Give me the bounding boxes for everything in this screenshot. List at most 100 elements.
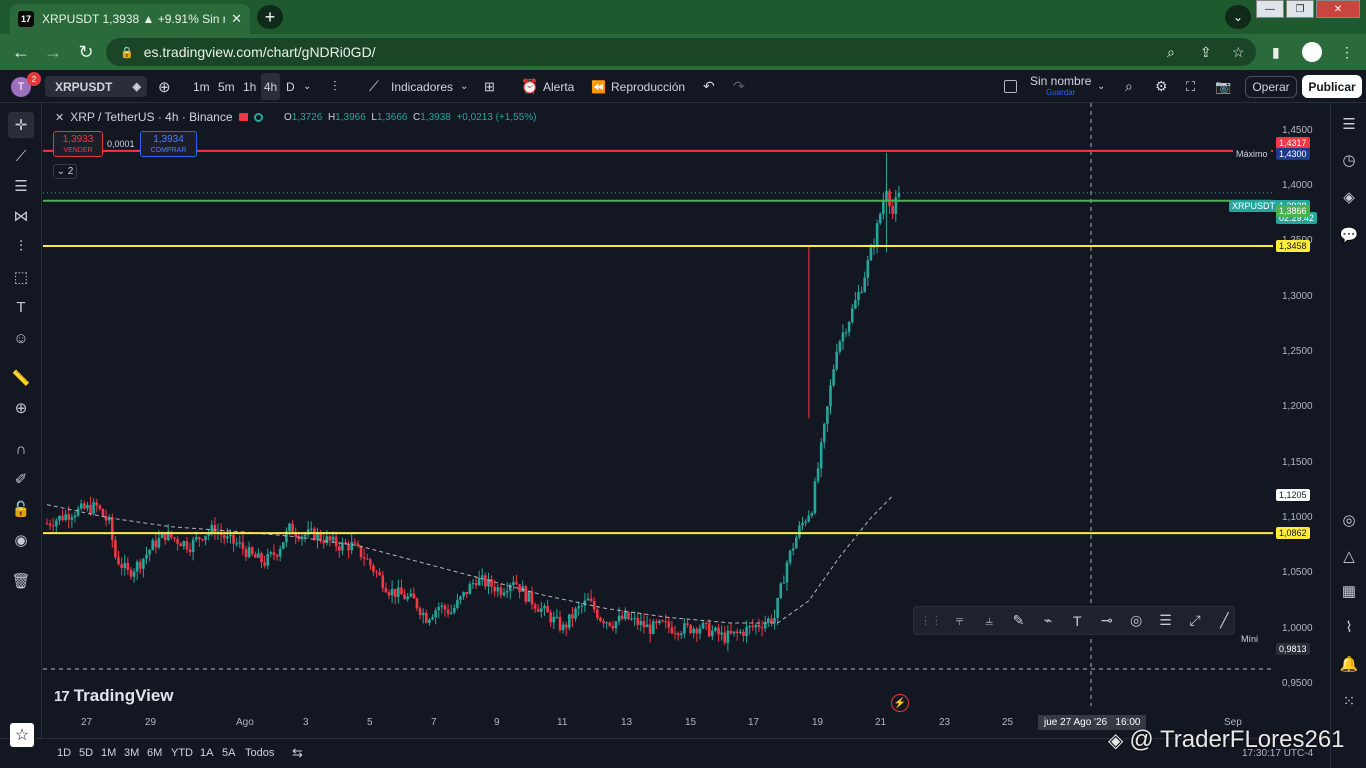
bell-icon[interactable]: 🔔 <box>1337 652 1361 676</box>
range-1a[interactable]: 1A <box>200 747 213 759</box>
candle-type-icon[interactable]: ⫶ <box>333 70 337 103</box>
camera-icon[interactable]: 📷 <box>1215 70 1231 103</box>
search-icon[interactable]: ⌕ <box>1167 44 1175 61</box>
parallel-channel-icon[interactable]: ⫨ <box>979 612 998 629</box>
watchlist-icon[interactable]: ☰ <box>1337 112 1361 136</box>
range-todos[interactable]: Todos <box>245 747 274 759</box>
new-tab-button[interactable]: + <box>257 5 283 29</box>
horizontal-ray-icon[interactable]: ⊸ <box>1097 612 1116 629</box>
forecast-icon[interactable]: ⫶ <box>8 233 34 259</box>
range-1m[interactable]: 1M <box>101 747 116 759</box>
fib-icon[interactable]: ☰ <box>8 173 34 199</box>
tradingview-favicon-icon: 17 <box>18 11 34 27</box>
text-icon[interactable]: T <box>8 294 34 320</box>
settings-icon[interactable]: ⚙ <box>1155 70 1168 103</box>
line-icon[interactable]: ╱ <box>1215 612 1234 629</box>
close-window-button[interactable]: ✕ <box>1316 0 1360 18</box>
chart-pane[interactable]: ✕ XRP / TetherUS · 4h · Binance O1,3726 … <box>43 103 1330 738</box>
target-icon[interactable]: ◎ <box>1337 508 1361 532</box>
sidebar-icon[interactable]: ▮ <box>1272 44 1280 61</box>
lock-icon[interactable]: 🔓 <box>8 496 34 522</box>
circle-icon[interactable]: ◎ <box>1126 612 1145 629</box>
broadcast-icon[interactable]: ⌇ <box>1337 615 1361 639</box>
range-ytd[interactable]: YTD <box>171 747 193 759</box>
browser-tab[interactable]: 17 XRPUSDT 1,3938 ▲ +9.91% Sin n ✕ <box>10 4 250 34</box>
trash-icon[interactable]: 🗑 <box>8 568 34 594</box>
range-3m[interactable]: 3M <box>124 747 139 759</box>
layout-name-button[interactable]: Sin nombre Guardar <box>1030 70 1091 103</box>
lines-icon[interactable]: ☰ <box>1156 612 1175 629</box>
close-tab-icon[interactable]: ✕ <box>231 11 242 27</box>
candlestick-chart[interactable] <box>43 103 1330 738</box>
layers-icon[interactable]: ◈ <box>1337 185 1361 209</box>
maximize-button[interactable]: ❐ <box>1286 0 1314 18</box>
indicators-button[interactable]: Indicadores <box>391 70 453 103</box>
alert-button[interactable]: Alerta <box>543 70 574 103</box>
apps-icon[interactable]: ⁙ <box>1337 689 1361 713</box>
browser-menu-icon[interactable]: ⋮ <box>1340 44 1354 61</box>
bookmark-star-icon[interactable]: ☆ <box>1232 44 1245 61</box>
back-icon[interactable]: ← <box>10 41 32 63</box>
date-range-icon[interactable]: ⇆ <box>292 745 303 761</box>
add-symbol-icon[interactable]: ⊕ <box>158 70 171 103</box>
templates-icon[interactable]: ⊞ <box>484 70 495 103</box>
address-bar[interactable]: 🔒 es.tradingview.com/chart/gNDRi0GD/ <box>106 38 1256 66</box>
timeframe-1m[interactable]: 1m <box>193 70 210 103</box>
candle-body <box>798 525 801 538</box>
reload-icon[interactable]: ↻ <box>75 41 97 63</box>
calendar-icon[interactable]: ▦ <box>1337 579 1361 603</box>
profile-avatar[interactable] <box>1302 42 1322 62</box>
range-6m[interactable]: 6M <box>147 747 162 759</box>
trend-line-icon[interactable]: ⟋ <box>8 143 34 169</box>
geometric-icon[interactable]: ⬚ <box>8 264 34 290</box>
timeframe-d[interactable]: D <box>286 70 295 103</box>
undo-icon[interactable]: ↶ <box>703 70 715 103</box>
magnet-icon[interactable]: ∩ <box>8 436 34 462</box>
timeframe-1h[interactable]: 1h <box>243 70 256 103</box>
publish-button[interactable]: Publicar <box>1302 75 1362 98</box>
indicators-collapse-button[interactable]: ⌄ 2 <box>53 164 77 179</box>
chat-icon[interactable]: 💬 <box>1337 223 1361 247</box>
tab-search-button[interactable]: ⌄ <box>1225 5 1251 29</box>
range-5a[interactable]: 5A <box>222 747 235 759</box>
pattern-icon[interactable]: ⋈ <box>8 203 34 229</box>
layout-dropdown-icon[interactable]: ⌄ <box>1097 70 1105 103</box>
range-1d[interactable]: 1D <box>57 747 71 759</box>
forward-icon[interactable]: → <box>42 41 64 63</box>
lock-draw-icon[interactable]: ✐ <box>8 466 34 492</box>
sell-button[interactable]: 1,3933 VENDER <box>53 131 103 157</box>
candle-body <box>452 607 456 613</box>
brush-icon[interactable]: ✎ <box>1009 612 1028 629</box>
buy-button[interactable]: 1,3934 COMPRAR <box>140 131 197 157</box>
share-icon[interactable]: ⇪ <box>1200 44 1212 61</box>
redo-icon[interactable]: ↷ <box>733 70 745 103</box>
minimize-button[interactable]: — <box>1256 0 1284 18</box>
symbol-search-button[interactable]: XRPUSDT ◈ <box>45 76 147 97</box>
flash-icon[interactable]: ⚡ <box>891 694 909 712</box>
timeframe-dropdown-icon[interactable]: ⌄ <box>303 70 311 103</box>
eye-icon[interactable]: ◉ <box>8 527 34 553</box>
ruler-icon[interactable]: 📏 <box>8 365 34 391</box>
trade-button[interactable]: Operar <box>1245 76 1297 98</box>
fullscreen-icon[interactable]: ⛶ <box>1186 70 1195 103</box>
zoom-icon[interactable]: ⊕ <box>8 395 34 421</box>
favorites-star-icon[interactable]: ☆ <box>10 723 34 747</box>
layout-checkbox[interactable] <box>1004 70 1017 103</box>
ideas-icon[interactable]: △ <box>1337 544 1361 568</box>
legend-close-icon[interactable]: ✕ <box>55 111 64 124</box>
indicators-dropdown-icon[interactable]: ⌄ <box>460 70 468 103</box>
range-5d[interactable]: 5D <box>79 747 93 759</box>
timeframe-4h[interactable]: 4h <box>261 73 280 100</box>
drag-handle-icon[interactable]: ⋮⋮ <box>920 614 942 627</box>
timeframe-5m[interactable]: 5m <box>218 70 235 103</box>
crosshair-icon[interactable]: ✛ <box>8 112 34 138</box>
replay-button[interactable]: Reproducción <box>611 70 685 103</box>
path-icon[interactable]: ⌁ <box>1038 612 1057 629</box>
pitchfork-icon[interactable]: ⫧ <box>950 612 969 629</box>
quick-search-icon[interactable]: ⌕ <box>1125 70 1133 103</box>
text-tool-icon[interactable]: T <box>1068 613 1087 629</box>
ray-icon[interactable]: ⤢ <box>1185 612 1204 629</box>
emoji-icon[interactable]: ☺ <box>8 325 34 351</box>
clock-icon[interactable]: ◷ <box>1337 148 1361 172</box>
compare-icon[interactable]: ◈ <box>133 80 141 93</box>
